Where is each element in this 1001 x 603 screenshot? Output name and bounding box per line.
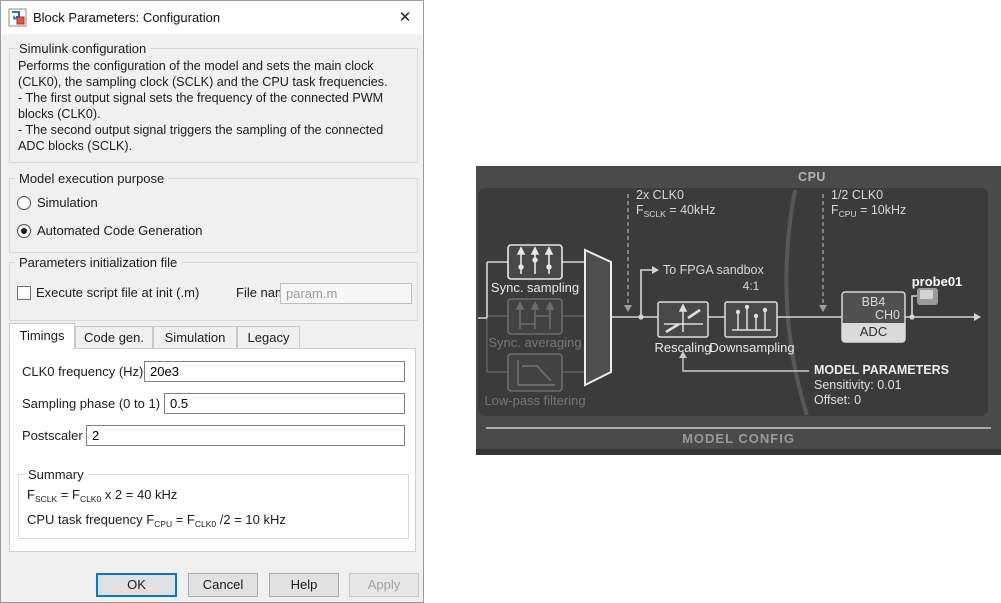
sync-averaging-block[interactable]	[508, 299, 562, 334]
probe-icon[interactable]	[917, 288, 938, 305]
rescaling-block[interactable]	[658, 302, 708, 337]
tab-code-gen[interactable]: Code gen.	[75, 326, 153, 348]
clock1-line1: 2x CLK0	[636, 188, 684, 202]
clock2-arrowhead	[819, 305, 827, 312]
fpga-note: To FPGA sandbox	[663, 263, 764, 277]
radio-simulation-label[interactable]: Simulation	[37, 195, 98, 210]
sampling-phase-label: Sampling phase (0 to 1)	[22, 396, 160, 411]
downsampling-block[interactable]	[725, 302, 777, 337]
summary-line-sclk: FSCLK = FCLK0 x 2 = 40 kHz	[27, 487, 177, 504]
clock1-arrowhead	[624, 305, 632, 312]
description-text: Performs the configuration of the model …	[18, 58, 388, 154]
apply-button[interactable]: Apply	[349, 573, 419, 597]
mux-selector-shape[interactable]	[585, 250, 611, 385]
clk0-frequency-input[interactable]	[144, 361, 405, 382]
low-pass-filtering-label: Low-pass filtering	[476, 393, 599, 408]
description-line: (CLK0), the sampling clock (SCLK) and th…	[18, 74, 388, 90]
adc-label: ADC	[842, 324, 905, 339]
probe-label: probe01	[892, 274, 982, 289]
execute-script-label[interactable]: Execute script file at init (.m)	[36, 285, 199, 300]
radio-automated-code-generation-label[interactable]: Automated Code Generation	[37, 223, 203, 238]
model-config-panel: CPU	[476, 166, 1001, 455]
file-name-input[interactable]	[280, 283, 412, 304]
clock1-line2: FSCLK = 40kHz	[636, 203, 716, 219]
model-parameters-title: MODEL PARAMETERS	[814, 363, 949, 377]
group-simulink-configuration: Simulink configuration Performs the conf…	[9, 48, 418, 163]
timings-tab-panel: CLK0 frequency (Hz) Sampling phase (0 to…	[9, 348, 416, 552]
cpu-region-label: CPU	[776, 170, 848, 184]
clk0-frequency-label: CLK0 frequency (Hz)	[22, 364, 143, 379]
group-label: Parameters initialization file	[15, 255, 181, 270]
sync-averaging-label: Sync. averaging	[476, 335, 594, 350]
clock2-line1: 1/2 CLK0	[831, 188, 883, 202]
sync-sampling-label: Sync. sampling	[485, 280, 585, 295]
description-line: blocks (CLK0).	[18, 106, 388, 122]
group-label: Model execution purpose	[15, 171, 168, 186]
block-parameters-dialog: Block Parameters: Configuration ✕ Simuli…	[0, 0, 424, 603]
group-parameters-initialization-file: Parameters initialization file Execute s…	[9, 262, 418, 321]
model-config-label: MODEL CONFIG	[476, 431, 1001, 446]
output-arrowhead	[974, 313, 981, 321]
tab-simulation[interactable]: Simulation	[153, 326, 237, 348]
postscaler-label: Postscaler	[22, 428, 83, 443]
sync-sampling-block[interactable]	[508, 245, 562, 279]
screen: Block Parameters: Configuration ✕ Simuli…	[0, 0, 1001, 603]
junction-dot	[909, 314, 914, 319]
summary-line-cpu: CPU task frequency FCPU = FCLK0 /2 = 10 …	[27, 512, 286, 529]
radio-simulation[interactable]	[17, 196, 31, 210]
junction-dot	[638, 314, 643, 319]
description-line: - The second output signal triggers the …	[18, 122, 388, 138]
group-label: Summary	[24, 467, 88, 482]
group-summary: Summary FSCLK = FCLK0 x 2 = 40 kHz CPU t…	[18, 474, 409, 539]
footer-divider	[486, 427, 991, 429]
simulink-block-icon	[8, 8, 27, 27]
panel-bottom-edge	[476, 449, 1001, 455]
downsampling-ratio: 4:1	[725, 279, 777, 293]
title-bar[interactable]: Block Parameters: Configuration ✕	[1, 1, 423, 34]
clock2-line2: FCPU = 10kHz	[831, 203, 906, 219]
tab-legacy[interactable]: Legacy	[237, 326, 300, 348]
low-pass-filtering-block[interactable]	[508, 354, 562, 391]
radio-automated-code-generation[interactable]	[17, 224, 31, 238]
model-parameters-offset: Offset: 0	[814, 393, 861, 407]
dialog-title: Block Parameters: Configuration	[33, 10, 220, 25]
help-button[interactable]: Help	[269, 573, 339, 597]
ok-button[interactable]: OK	[96, 573, 177, 597]
description-line: ADC blocks (SCLK).	[18, 138, 388, 154]
cpu-region-divider	[786, 190, 807, 415]
postscaler-input[interactable]	[86, 425, 405, 446]
tab-timings[interactable]: Timings	[9, 323, 75, 349]
adc-ch0-label: CH0	[842, 308, 900, 322]
downsampling-label: Downsampling	[707, 340, 797, 355]
model-parameters-sensitivity: Sensitivity: 0.01	[814, 378, 902, 392]
group-model-execution-purpose: Model execution purpose Simulation Autom…	[9, 178, 418, 253]
close-icon[interactable]: ✕	[391, 5, 419, 30]
description-line: - The first output signal sets the frequ…	[18, 90, 388, 106]
cancel-button[interactable]: Cancel	[188, 573, 258, 597]
execute-script-checkbox[interactable]	[17, 286, 31, 300]
group-label: Simulink configuration	[15, 41, 150, 56]
description-line: Performs the configuration of the model …	[18, 58, 388, 74]
fpga-arrowhead	[652, 266, 659, 274]
sampling-phase-input[interactable]	[164, 393, 405, 414]
adc-bb4-label: BB4	[842, 295, 905, 309]
